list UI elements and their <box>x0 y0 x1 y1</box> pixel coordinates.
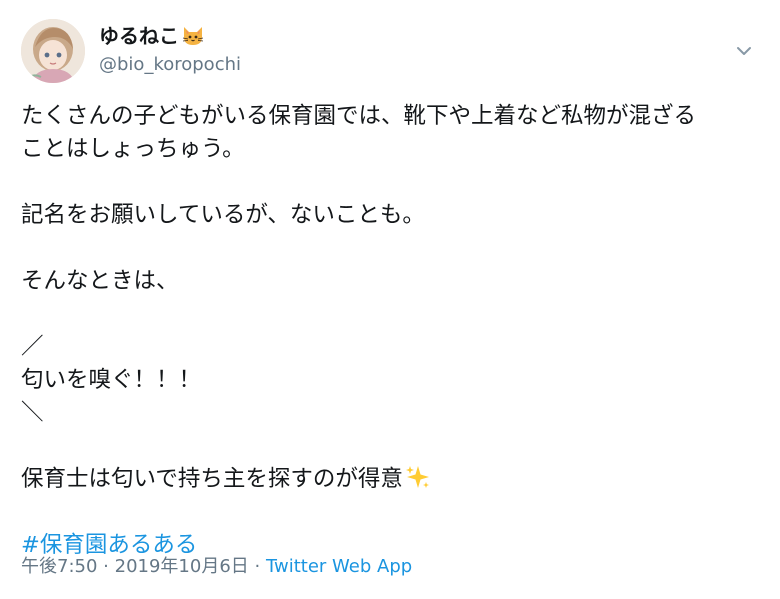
tweet-card: ゆるねこ @bio_koropochi たくさんの子どもがいる保育園では、靴下や… <box>0 0 780 599</box>
tweet-header: ゆるねこ @bio_koropochi <box>21 19 761 83</box>
tweet-line: ／ <box>21 334 44 360</box>
tweet-time[interactable]: 午後7:50 <box>21 556 97 577</box>
avatar-illustration <box>21 19 85 83</box>
tweet-line: ことはしょっちゅう。 <box>21 136 245 162</box>
tweet-date[interactable]: 2019年10月6日 <box>115 556 249 577</box>
meta-separator: · <box>103 556 109 577</box>
tweet-line-text: 保育士は匂いで持ち主を探すのが得意 <box>21 466 403 492</box>
chevron-down-icon <box>737 47 751 55</box>
meta-separator: · <box>254 556 261 577</box>
sparkles-emoji <box>405 466 429 488</box>
display-name[interactable]: ゆるねこ <box>99 23 205 49</box>
tweet-text: たくさんの子どもがいる保育園では、靴下や上着など私物が混ざる ことはしょっちゅう… <box>21 100 761 562</box>
tweet-line: ＼ <box>21 400 44 426</box>
user-handle[interactable]: @bio_koropochi <box>99 53 241 77</box>
tweet-line: そんなときは、 <box>21 268 179 294</box>
tweet-line: たくさんの子どもがいる保育園では、靴下や上着など私物が混ざる <box>21 103 697 129</box>
avatar[interactable] <box>21 19 85 83</box>
tweet-line: 匂いを嗅ぐ！！！ <box>21 367 202 393</box>
tweet-line-last: 保育士は匂いで持ち主を探すのが得意 <box>21 463 761 496</box>
tweet-menu-button[interactable] <box>735 43 753 57</box>
cat-face-emoji <box>182 27 204 45</box>
tweet-source-link[interactable]: Twitter Web App <box>266 556 412 577</box>
tweet-metadata: 午後7:50 · 2019年10月6日 · Twitter Web App <box>21 555 412 579</box>
tweet-line: 記名をお願いしているが、ないことも。 <box>21 202 425 228</box>
display-name-text: ゆるねこ <box>99 24 179 48</box>
